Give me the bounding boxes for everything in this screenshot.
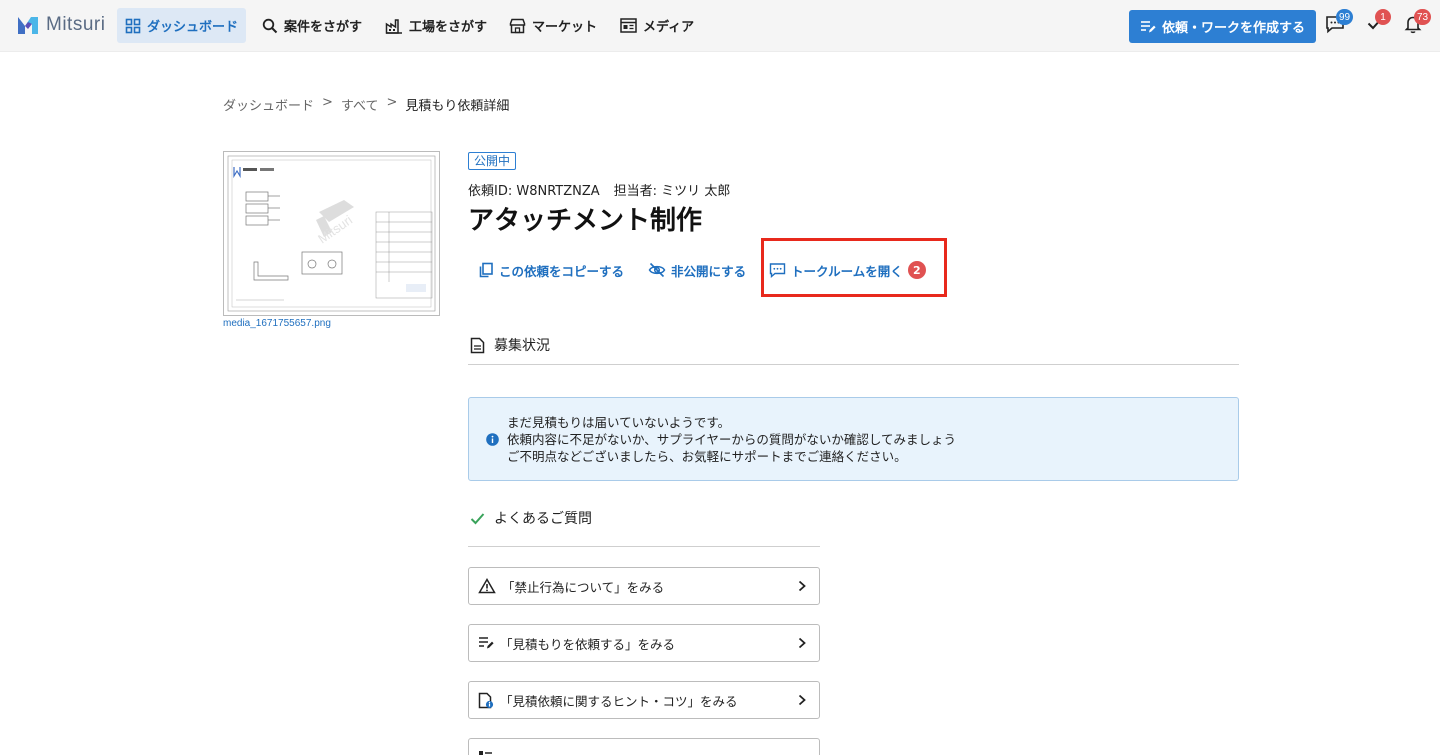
grid-icon	[125, 18, 141, 33]
copy-request-button[interactable]: この依頼をコピーする	[478, 259, 624, 281]
unpublish-label: 非公開にする	[671, 263, 747, 279]
nav-find-projects-label: 案件をさがす	[284, 20, 363, 35]
faq-item-label: 「禁止行為について」をみる	[502, 579, 665, 595]
breadcrumb-all[interactable]: すべて	[341, 95, 379, 114]
nav-dashboard-label: ダッシュボード	[147, 20, 239, 35]
create-request-label: 依頼・ワークを作成する	[1161, 21, 1305, 36]
breadcrumb-separator: >	[386, 95, 398, 110]
top-navigation-bar: Mitsuri ダッシュボード 案件をさがす 工場をさがす マーケット メディア…	[0, 0, 1440, 52]
breadcrumb-dashboard[interactable]: ダッシュボード	[223, 95, 314, 114]
faq-item-quote-tips[interactable]: 「見積依頼に関するヒント・コツ」をみる	[468, 681, 820, 719]
breadcrumb-separator: >	[322, 95, 333, 110]
nav-media[interactable]: メディア	[612, 8, 702, 43]
chevron-right-icon	[798, 637, 806, 649]
warning-icon	[478, 578, 496, 594]
edit-list-icon	[1140, 20, 1156, 32]
faq-divider	[468, 546, 820, 547]
messages-count-badge: 99	[1336, 9, 1354, 25]
logo-mark-icon	[18, 17, 38, 34]
status-badge: 公開中	[468, 152, 517, 170]
faq-heading-text: よくあるご質問	[494, 511, 592, 527]
no-quotes-notice: まだ見積もりは届いていないようです。 依頼内容に不足がないか、サプライヤーからの…	[468, 397, 1239, 481]
attachment-thumbnail[interactable]: Mitsuri	[223, 151, 440, 316]
attachment-filename-link[interactable]: media_1671755657.png	[223, 318, 331, 329]
create-request-button[interactable]: 依頼・ワークを作成する	[1129, 10, 1316, 43]
breadcrumb-current: 見積もり依頼詳細	[405, 99, 510, 114]
messages-button[interactable]: 99	[1325, 9, 1354, 36]
request-list-icon	[479, 637, 494, 649]
copy-icon	[479, 262, 493, 278]
notifications-count-badge: 73	[1414, 9, 1432, 25]
copy-request-label: この依頼をコピーする	[499, 263, 625, 279]
nav-dashboard[interactable]: ダッシュボード	[117, 8, 247, 43]
section-divider	[468, 364, 1239, 365]
chevron-right-icon	[798, 580, 806, 592]
document-tip-icon	[478, 692, 494, 708]
newspaper-icon	[620, 18, 637, 33]
tasks-count-badge: 1	[1375, 9, 1391, 25]
notice-line: ご不明点などございましたら、お気軽にサポートまでご連絡ください。	[507, 449, 907, 464]
breadcrumb: ダッシュボード > すべて > 見積もり依頼詳細	[223, 95, 509, 114]
nav-market-label: マーケット	[532, 20, 598, 35]
faq-item-label: 「見積もりを依頼する」をみる	[500, 636, 676, 652]
nav-market[interactable]: マーケット	[501, 8, 605, 43]
tasks-button[interactable]: 1	[1366, 9, 1391, 36]
page-title: アタッチメント制作	[468, 206, 703, 236]
factory-icon	[385, 18, 402, 34]
unpublish-button[interactable]: 非公開にする	[648, 259, 746, 281]
chevron-right-icon	[798, 694, 806, 706]
nav-find-factories-label: 工場をさがす	[409, 20, 488, 35]
store-icon	[509, 18, 526, 33]
nav-media-label: メディア	[643, 20, 695, 35]
logo-text: Mitsuri	[46, 14, 106, 35]
highlight-box	[761, 238, 947, 297]
notice-line: まだ見積もりは届いていないようです。	[507, 415, 731, 430]
request-id: 依頼ID: W8NRTZNZA	[468, 184, 600, 199]
recruitment-heading-text: 募集状況	[494, 338, 550, 354]
drawing-preview-image: Mitsuri	[227, 155, 436, 312]
check-icon	[470, 512, 485, 524]
faq-section-heading: よくあるご質問	[470, 508, 592, 528]
recruitment-section-heading: 募集状況	[470, 335, 550, 355]
faq-item-label: 「見積依頼に関するヒント・コツ」をみる	[500, 693, 738, 709]
nav-find-factories[interactable]: 工場をさがす	[377, 8, 495, 43]
document-icon	[470, 337, 485, 353]
notice-line: 依頼内容に不足がないか、サプライヤーからの質問がないか確認してみましょう	[507, 432, 957, 447]
faq-item-prohibited-acts[interactable]: 「禁止行為について」をみる	[468, 567, 820, 605]
notifications-button[interactable]: 73	[1404, 9, 1432, 36]
nav-find-projects[interactable]: 案件をさがす	[254, 8, 370, 43]
mitsuri-logo[interactable]: Mitsuri	[16, 14, 105, 36]
faq-item-partial[interactable]	[468, 738, 820, 755]
eye-off-icon	[648, 262, 666, 278]
request-meta: 依頼ID: W8NRTZNZA 担当者: ミツリ 太郎	[468, 180, 730, 199]
info-icon	[486, 433, 499, 446]
assignee: 担当者: ミツリ 太郎	[613, 184, 731, 199]
search-icon	[262, 18, 278, 33]
faq-item-request-quote[interactable]: 「見積もりを依頼する」をみる	[468, 624, 820, 662]
list-icon	[479, 751, 492, 755]
